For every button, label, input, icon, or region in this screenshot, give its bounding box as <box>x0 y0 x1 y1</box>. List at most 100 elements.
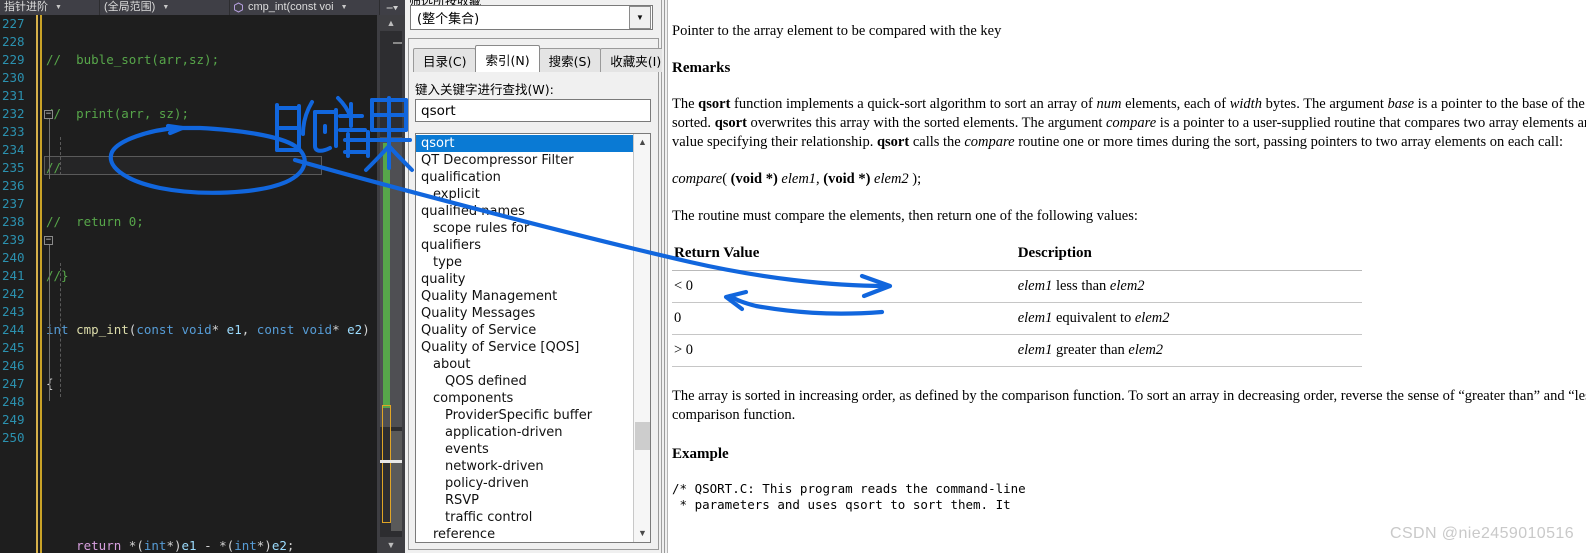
index-item[interactable]: quality <box>416 271 634 288</box>
bracket-guide <box>49 119 50 179</box>
fold-toggle-cmp-int[interactable]: − <box>44 110 53 119</box>
line-number: 247 <box>2 376 25 391</box>
index-item[interactable]: ProviderSpecific buffer <box>416 407 634 424</box>
doc-pane-left-rule <box>664 0 665 553</box>
elem2-token: elem2 <box>1134 310 1170 326</box>
help-document-pane[interactable]: Pointer to the array element to be compa… <box>662 0 1586 553</box>
tab-favorites[interactable]: 收藏夹(I) <box>600 48 672 72</box>
help-navigation-panel: 筛选所按收藏 (整个集合) ▼ 目录(C) 索引(N) 搜索(S) 收藏夹(I)… <box>405 0 672 553</box>
indent-guide <box>60 263 61 397</box>
index-item[interactable]: qualified names <box>416 203 634 220</box>
remarks-paragraph: The qsort function implements a quick-so… <box>672 96 1586 150</box>
index-item[interactable]: about <box>416 356 634 373</box>
line-number: 250 <box>2 430 25 445</box>
cell-description: elem1 equivalent to elem2 <box>805 302 1362 335</box>
namespace-scope-dropdown[interactable]: (全局范围) ▼ <box>100 0 230 15</box>
index-item[interactable]: Quality of Service [QOS] <box>416 339 634 356</box>
index-item[interactable]: qualifiers <box>416 237 634 254</box>
elem2-token: elem2 <box>1128 342 1164 358</box>
filter-scope-dropdown[interactable]: (整个集合) ▼ <box>410 5 653 30</box>
chevron-down-icon: ▼ <box>340 4 348 11</box>
remarks-heading: Remarks <box>672 60 731 76</box>
line-number: 249 <box>2 412 25 427</box>
index-item[interactable]: Quality Messages <box>416 305 634 322</box>
index-item[interactable]: reference <box>416 526 634 542</box>
example-code-block: /* QSORT.C: This program reads the comma… <box>672 481 1026 512</box>
index-item[interactable]: traffic control <box>416 509 634 526</box>
line-number: 238 <box>2 214 25 229</box>
tab-contents[interactable]: 目录(C) <box>413 48 477 72</box>
namespace-scope-label: (全局范围) <box>104 1 156 13</box>
line-number: 248 <box>2 394 25 409</box>
index-scrollbar-thumb[interactable] <box>635 422 650 450</box>
return-value-table: Return Value Description < 0 elem1 less t… <box>672 242 1362 367</box>
index-item[interactable]: policy-driven <box>416 475 634 492</box>
table-row: < 0 elem1 less than elem2 <box>672 270 1362 303</box>
index-item[interactable]: explicit <box>416 186 634 203</box>
change-bar-inner <box>40 15 42 553</box>
index-item[interactable]: type <box>416 254 634 271</box>
index-item[interactable]: events <box>416 441 634 458</box>
line-number: 236 <box>2 178 25 193</box>
doc-pane-left-border <box>662 0 668 553</box>
elem2-token: elem2 <box>1109 278 1145 294</box>
elem1-token: elem1 <box>1017 310 1053 326</box>
line-number: 227 <box>2 16 25 31</box>
chevron-down-icon[interactable]: ▼ <box>629 6 651 29</box>
index-item[interactable]: Quality Management <box>416 288 634 305</box>
tab-index[interactable]: 索引(N) <box>475 45 540 72</box>
return-value-rows: < 0 elem1 less than elem2 0 elem1 equivalen… <box>672 270 1362 367</box>
example-heading: Example <box>672 446 729 462</box>
line-number: 235 <box>2 160 25 175</box>
index-item[interactable]: components <box>416 390 634 407</box>
fold-toggle-main[interactable]: − <box>44 236 53 245</box>
index-item-selected[interactable]: qsort <box>416 135 634 152</box>
keyword-search-input[interactable] <box>415 99 651 122</box>
table-header-row: Return Value Description <box>672 242 1362 271</box>
line-number: 228 <box>2 34 25 49</box>
index-item[interactable]: scope rules for <box>416 220 634 237</box>
index-item[interactable]: qualification <box>416 169 634 186</box>
line-number-gutter: 227 228 229 230 231 232 233 234 235 236 237 238 239 2… <box>0 15 32 553</box>
tab-search[interactable]: 搜索(S) <box>538 48 602 72</box>
chevron-down-icon[interactable]: ▼ <box>634 525 650 542</box>
line-number: 241 <box>2 268 25 283</box>
routine-instruction: The routine must compare the elements, t… <box>672 208 1138 224</box>
index-item[interactable]: QT Decompressor Filter <box>416 152 634 169</box>
split-window-icon[interactable]: ⎯▾ <box>380 0 405 15</box>
scroll-down-arrow-icon[interactable]: ▼ <box>377 537 405 553</box>
cell-return-value: > 0 <box>672 334 806 367</box>
line-number: 231 <box>2 88 25 103</box>
indent-guide <box>60 137 61 175</box>
code-text-area[interactable]: 227 228 229 230 231 232 233 234 235 236 237 238 239 2… <box>0 15 377 553</box>
desc-text: equivalent to <box>1052 310 1135 326</box>
compare-signature: compare( (void *) elem1, (void *) elem2 … <box>672 171 922 187</box>
code-editor-pane: 指针进阶 ▼ (全局范围) ▼ cmp_int(const voi ▼ ⎯▾ 2… <box>0 0 405 553</box>
editor-vertical-scrollbar[interactable]: ▲ ▼ <box>377 15 405 553</box>
line-number: 237 <box>2 196 25 211</box>
index-item[interactable]: network-driven <box>416 458 634 475</box>
unsaved-change-marker <box>383 143 390 408</box>
index-item[interactable]: QOS defined <box>416 373 634 390</box>
line-number: 243 <box>2 304 25 319</box>
cell-description: elem1 less than elem2 <box>805 270 1362 303</box>
index-list-scrollbar[interactable]: ▲ ▼ <box>633 134 650 542</box>
index-item[interactable]: application-driven <box>416 424 634 441</box>
index-item[interactable]: Quality of Service <box>416 322 634 339</box>
desc-text: greater than <box>1052 342 1129 358</box>
chevron-up-icon[interactable]: ▲ <box>634 134 650 151</box>
keyword-search-label: 键入关键字进行查找(W): <box>415 82 554 97</box>
index-results-list[interactable]: qsort QT Decompressor Filter qualification… <box>415 133 651 543</box>
cell-return-value: 0 <box>672 302 806 335</box>
project-scope-label: 指针进阶 <box>4 1 48 13</box>
saved-change-marker <box>382 405 391 523</box>
index-item[interactable]: RSVP <box>416 492 634 509</box>
project-scope-dropdown[interactable]: 指针进阶 ▼ <box>0 0 100 15</box>
member-scope-dropdown[interactable]: cmp_int(const voi ▼ <box>230 0 380 15</box>
table-row: > 0 elem1 greater than elem2 <box>672 334 1362 367</box>
scroll-up-arrow-icon[interactable]: ▲ <box>377 15 405 31</box>
screenshot-root: 指针进阶 ▼ (全局范围) ▼ cmp_int(const voi ▼ ⎯▾ 2… <box>0 0 1586 553</box>
line-number: 244 <box>2 322 25 337</box>
sorted-order-note: The array is sorted in increasing order,… <box>672 388 1586 423</box>
header-description: Description <box>805 242 1362 271</box>
